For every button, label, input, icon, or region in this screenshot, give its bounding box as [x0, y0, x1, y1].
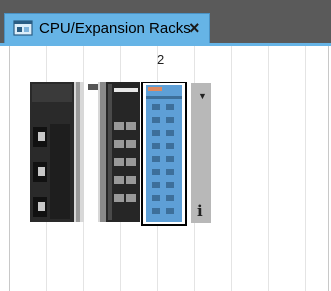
tab-title: CPU/Expansion Racks: [39, 20, 191, 37]
cpu-unit[interactable]: [74, 82, 106, 222]
close-icon[interactable]: ×: [189, 18, 200, 38]
rack-editor-window: CPU/Expansion Racks × 2 ▼ i: [0, 0, 331, 291]
rack-window-icon: [13, 20, 33, 36]
dropdown-arrow-icon[interactable]: ▼: [198, 91, 207, 101]
info-icon[interactable]: i: [197, 202, 203, 220]
io-unit-slot-1[interactable]: [106, 82, 140, 222]
tab-cpu-expansion-racks[interactable]: CPU/Expansion Racks ×: [4, 13, 210, 43]
slot-number-label: 2: [157, 52, 165, 67]
tab-strip: CPU/Expansion Racks ×: [0, 0, 331, 44]
io-unit-slot-2-selected[interactable]: [141, 82, 187, 226]
rack-assembly: [30, 82, 187, 226]
power-supply-unit[interactable]: [30, 82, 74, 222]
